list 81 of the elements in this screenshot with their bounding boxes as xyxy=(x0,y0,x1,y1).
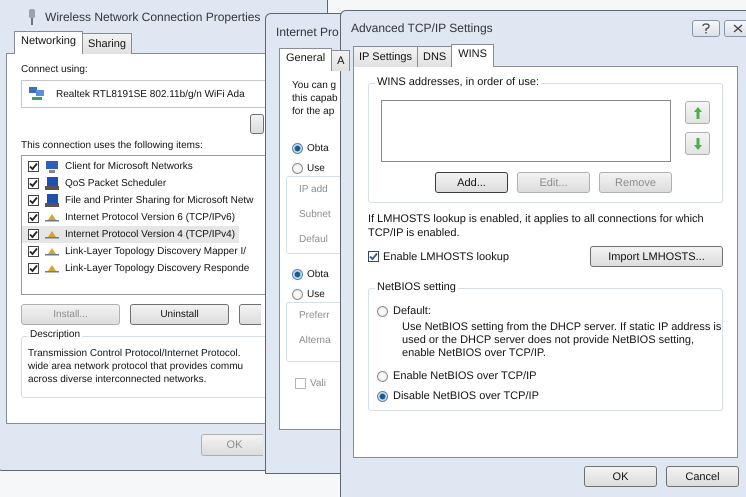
items-label: This connection uses the following items: xyxy=(21,140,203,151)
radio-button[interactable] xyxy=(292,288,303,300)
intro-text: this capab xyxy=(292,92,338,105)
list-item[interactable]: QoS Packet Scheduler xyxy=(22,175,170,192)
radio-button[interactable] xyxy=(377,306,388,316)
window-title: Internet Pro xyxy=(276,25,339,39)
tab[interactable]: IP Settings xyxy=(353,46,418,67)
radio-label: Use xyxy=(307,162,325,174)
radio-label: Use xyxy=(307,288,325,300)
intro-text: You can g xyxy=(292,79,336,92)
list-item[interactable]: Internet Protocol Version 6 (TCP/IPv6) xyxy=(22,209,240,226)
computer-icon xyxy=(44,160,60,174)
group-title: WINS addresses, in order of use: xyxy=(375,76,542,88)
connect-using-label: Connect using: xyxy=(21,64,88,75)
tab[interactable]: Sharing xyxy=(82,33,132,54)
list-item[interactable]: Internet Protocol Version 4 (TCP/IPv4) xyxy=(22,226,240,243)
computer-icon xyxy=(44,194,60,208)
radio-button[interactable] xyxy=(292,268,303,280)
radio-label: Obta xyxy=(307,268,329,280)
checkbox[interactable] xyxy=(28,178,39,189)
radio-button[interactable] xyxy=(292,162,303,174)
list-item[interactable]: File and Printer Sharing for Microsoft Netw xyxy=(22,192,258,209)
description-text: across diverse interconnected networks. xyxy=(28,373,206,386)
import-lmhosts-button[interactable]: Import LMHOSTS... xyxy=(590,246,723,267)
move-up-button[interactable] xyxy=(685,101,710,124)
checkbox-label: Enable LMHOSTS lookup xyxy=(383,250,509,262)
field-label: Alterna xyxy=(299,334,331,347)
move-down-button[interactable] xyxy=(685,132,710,155)
description-text: wide area network protocol that provides commu xyxy=(28,360,244,373)
help-icon xyxy=(702,22,710,34)
tab[interactable]: Networking xyxy=(14,31,84,54)
group-title: NetBIOS setting xyxy=(375,281,458,293)
intro-text: for the ap xyxy=(292,105,334,118)
description-text: Transmission Control Protocol/Internet Protocol. xyxy=(28,347,240,360)
action-button[interactable]: Add... xyxy=(435,172,508,193)
properties-button[interactable] xyxy=(239,304,261,325)
field-label: Preferr xyxy=(299,309,330,322)
checkbox[interactable] xyxy=(28,195,39,206)
field-label: Defaul xyxy=(299,233,328,246)
computer-icon xyxy=(44,176,60,190)
network-adapter-icon xyxy=(28,85,46,103)
help-button[interactable] xyxy=(692,20,720,36)
field-label: Subnet xyxy=(299,208,331,221)
group-title: Description xyxy=(28,329,82,340)
radio-label: Obta xyxy=(307,142,329,154)
radio-label: Disable NetBIOS over TCP/IP xyxy=(393,390,539,402)
tab[interactable]: WINS xyxy=(451,44,494,67)
list-item[interactable]: Link-Layer Topology Discovery Mapper I/ xyxy=(22,243,250,260)
list-item[interactable]: Link-Layer Topology Discovery Responde xyxy=(22,260,254,277)
radio-button[interactable] xyxy=(377,390,388,402)
close-icon xyxy=(733,24,743,32)
checkbox[interactable] xyxy=(368,251,379,262)
checkbox[interactable] xyxy=(28,229,39,240)
tab[interactable]: General xyxy=(279,48,332,71)
network-adapter-icon xyxy=(27,9,37,25)
ok-button[interactable]: OK xyxy=(584,466,657,487)
tab[interactable]: DNS xyxy=(417,46,452,67)
close-button[interactable] xyxy=(724,20,746,36)
lmhosts-note: If LMHOSTS lookup is enabled, it applies to all connections for which TCP/IP is enabled. xyxy=(368,212,705,240)
arrow-down-icon xyxy=(692,136,702,150)
radio-button[interactable] xyxy=(377,370,388,382)
checkbox[interactable] xyxy=(28,246,39,257)
wins-address-list[interactable] xyxy=(381,100,671,162)
radio-button[interactable] xyxy=(292,142,303,154)
radio-label: Default: xyxy=(393,305,431,317)
action-button[interactable]: Uninstall xyxy=(130,304,229,325)
checkbox[interactable] xyxy=(28,212,39,223)
checkbox[interactable] xyxy=(295,378,306,389)
radio-label: Enable NetBIOS over TCP/IP xyxy=(393,370,536,382)
list-item[interactable]: Client for Microsoft Networks xyxy=(22,158,197,175)
checkbox[interactable] xyxy=(28,263,39,274)
arrow-up-icon xyxy=(692,106,702,120)
cancel-button[interactable]: Cancel xyxy=(666,466,739,487)
window-title: Advanced TCP/IP Settings xyxy=(351,21,493,35)
tab[interactable]: A xyxy=(331,50,350,71)
field-label: IP add xyxy=(299,183,328,196)
configure-button[interactable] xyxy=(250,114,264,134)
checkbox-label: Vali xyxy=(310,378,326,389)
window-title: Wireless Network Connection Properties xyxy=(45,10,260,24)
checkbox[interactable] xyxy=(28,161,39,172)
option-description: Use NetBIOS setting from the DHCP server. If static IP address is used or the DHCP server does not provide NetBIOS setting, enable NetBIOS over TCP/IP. xyxy=(402,321,722,360)
